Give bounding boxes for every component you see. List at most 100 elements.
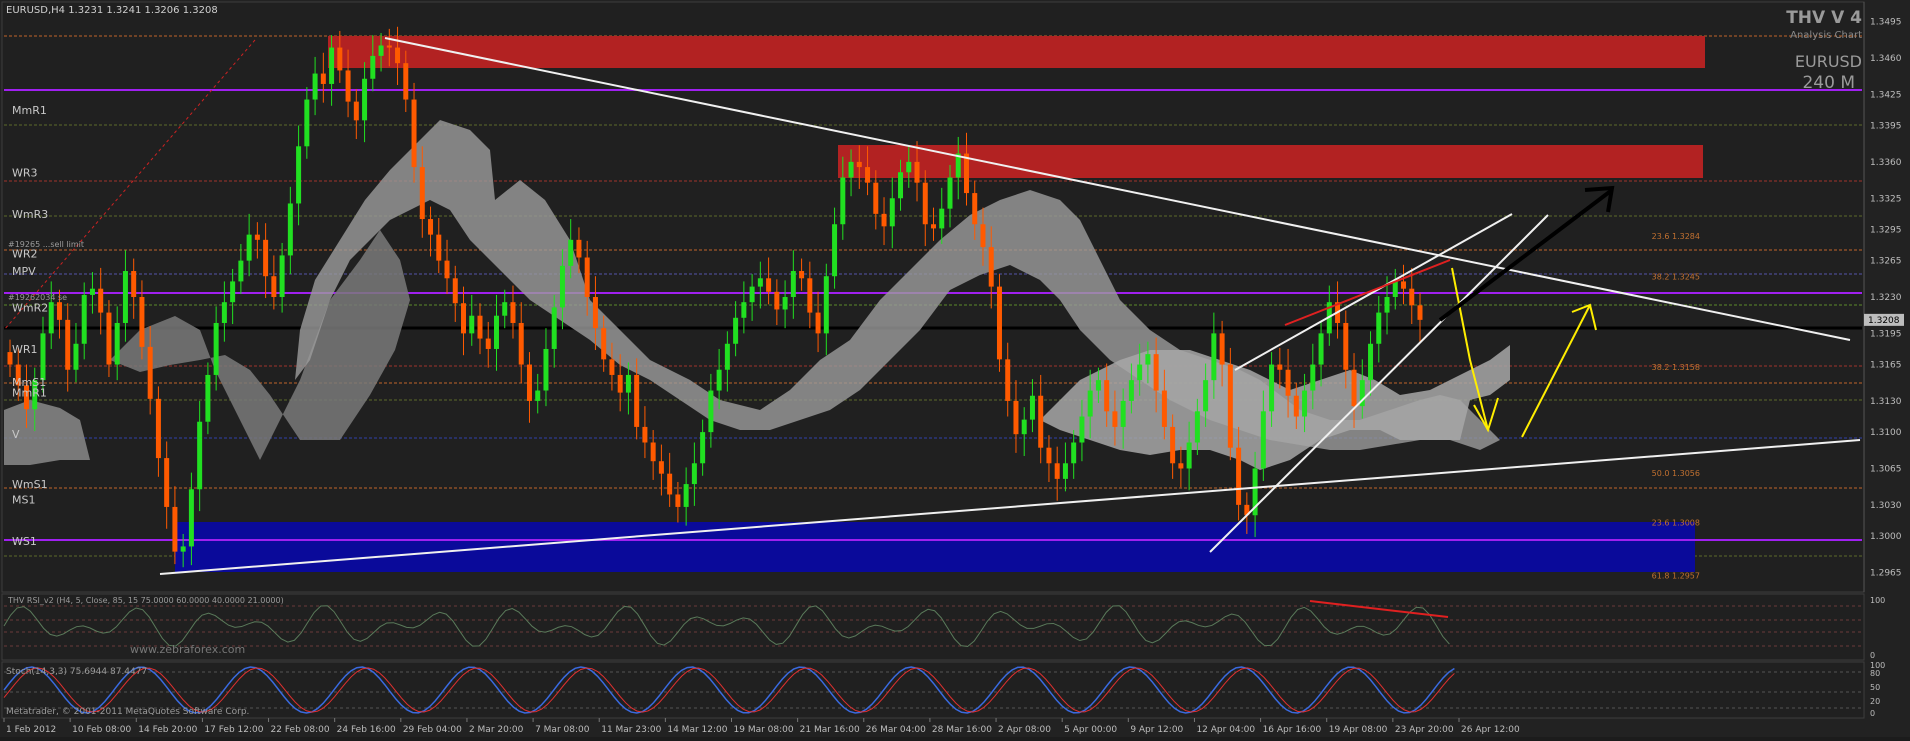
candle-body	[345, 70, 351, 102]
order-label: #19265 ...sell limit	[8, 240, 84, 249]
candle-body	[238, 260, 244, 282]
candle-body	[477, 315, 483, 339]
fib-label: 23.6 1.3008	[1652, 519, 1700, 528]
candle-body	[972, 193, 978, 225]
candle-body	[741, 302, 747, 318]
candle-body	[963, 153, 969, 194]
candle-body	[931, 224, 937, 229]
stoch-label: Stoch(14,3,3) 75.6944 87.4477	[6, 667, 147, 677]
candle-body	[1046, 447, 1052, 464]
candle-body	[287, 203, 293, 256]
candle-body	[304, 99, 310, 147]
candle-body	[378, 45, 384, 56]
x-tick-label: 17 Feb 12:00	[204, 725, 263, 735]
candle-body	[1095, 380, 1101, 391]
y-tick-label: 1.3100	[1870, 428, 1902, 438]
pivot-label: MS1	[12, 494, 35, 507]
stochastic-pane	[1, 661, 1865, 719]
candle-body	[139, 297, 145, 347]
y-tick-label: 1.2965	[1870, 568, 1902, 578]
candle-body	[576, 239, 582, 258]
stoch-axis-label: 50	[1870, 683, 1880, 692]
candle-body	[939, 208, 945, 229]
x-tick-label: 24 Feb 16:00	[337, 725, 396, 735]
candle-body	[1005, 359, 1011, 401]
y-tick-label: 1.3460	[1870, 54, 1902, 64]
candle-body	[444, 260, 450, 279]
candle-body	[1054, 463, 1060, 479]
candle-body	[823, 276, 829, 334]
y-tick-label: 1.3065	[1870, 464, 1902, 474]
candle-body	[518, 322, 524, 365]
candle-body	[1194, 411, 1200, 443]
y-tick-label: 1.3030	[1870, 501, 1902, 511]
price-axis: 1.2965 1.3000 1.3030 1.3065 1.3100 1.3130 1.31…	[1863, 2, 1904, 592]
candle-body	[1178, 463, 1184, 469]
candle-body	[1302, 390, 1308, 417]
candle-body	[337, 47, 343, 71]
pivot-label: V	[12, 428, 20, 441]
x-tick-label: 7 Mar 08:00	[535, 725, 590, 735]
candle-body	[320, 73, 326, 84]
candle-body	[147, 346, 153, 399]
x-tick-label: 19 Mar 08:00	[734, 725, 794, 735]
candle-body	[1269, 364, 1275, 412]
candle-body	[906, 161, 912, 173]
candle-body	[1079, 416, 1085, 443]
candle-body	[526, 364, 532, 401]
candle-body	[469, 315, 475, 334]
x-tick-label: 11 Mar 23:00	[601, 725, 661, 735]
candle-body	[1021, 419, 1027, 435]
candle-body	[362, 78, 368, 121]
candle-body	[386, 45, 392, 48]
candle-body	[1104, 380, 1110, 412]
candle-body	[1170, 426, 1176, 464]
y-tick-label: 1.3195	[1870, 329, 1902, 339]
candle-body	[1145, 354, 1151, 365]
candle-body	[1203, 380, 1209, 412]
demand-zone	[175, 522, 1695, 572]
candle-body	[403, 63, 409, 100]
fib-label: 38.2 1.3245	[1652, 272, 1700, 281]
candle-body	[807, 278, 813, 313]
pivot-label: WmS1	[12, 478, 48, 491]
y-tick-label: 1.3495	[1870, 18, 1902, 28]
x-tick-label: 19 Apr 08:00	[1329, 725, 1388, 735]
candle-body	[609, 359, 615, 375]
candle-body	[221, 302, 227, 323]
chart-canvas[interactable]: 1.2965 1.3000 1.3030 1.3065 1.3100 1.3130 1.31…	[0, 0, 1910, 737]
candle-body	[436, 234, 442, 261]
candle-body	[535, 390, 541, 401]
candle-body	[172, 506, 178, 552]
candle-body	[675, 494, 681, 507]
candle-body	[848, 161, 854, 178]
watermark: www.zebraforex.com	[130, 643, 245, 656]
fib-label: 38.2 1.3158	[1652, 363, 1700, 372]
candle-body	[180, 546, 186, 552]
candle-body	[312, 73, 318, 100]
candle-body	[1236, 447, 1242, 505]
current-price-label: 1.3208	[1868, 316, 1900, 326]
candle-body	[642, 426, 648, 443]
candle-body	[543, 348, 549, 391]
candle-body	[815, 312, 821, 334]
candle-body	[1293, 395, 1299, 417]
pivot-label: WR3	[12, 166, 38, 179]
y-tick-label: 1.3000	[1870, 532, 1902, 542]
x-tick-label: 10 Feb 08:00	[72, 725, 131, 735]
candle-body	[749, 286, 755, 303]
candle-body	[419, 167, 425, 220]
candle-body	[914, 161, 920, 183]
y-tick-label: 1.3230	[1870, 293, 1902, 303]
candle-body	[1401, 281, 1407, 289]
supply-zone-upper	[328, 36, 1705, 68]
fib-label: 50.0 1.3056	[1652, 469, 1700, 478]
y-tick-label: 1.3265	[1870, 257, 1902, 267]
brand-name: THV V 4	[1786, 8, 1862, 28]
candle-body	[733, 317, 739, 344]
candle-body	[1409, 288, 1415, 306]
candle-body	[1227, 364, 1233, 448]
candle-body	[1186, 442, 1192, 469]
candle-body	[65, 319, 71, 370]
x-tick-label: 9 Apr 12:00	[1130, 725, 1183, 735]
